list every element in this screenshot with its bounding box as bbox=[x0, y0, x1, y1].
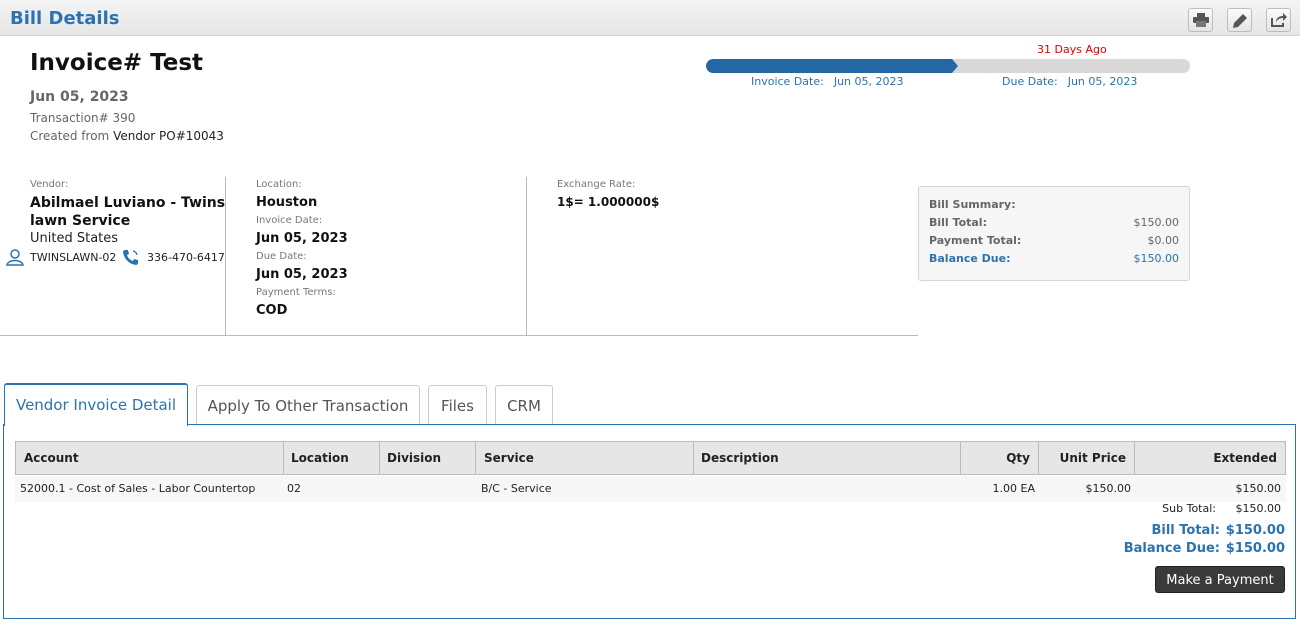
sub-total-label: Sub Total: bbox=[1162, 502, 1216, 515]
column-divider bbox=[526, 177, 527, 335]
invoice-date: Jun 05, 2023 bbox=[30, 89, 129, 105]
phone-icon[interactable] bbox=[122, 248, 140, 266]
bill-total-label: Bill Total: bbox=[1151, 523, 1220, 538]
contact-person-icon[interactable] bbox=[6, 248, 24, 266]
column-header-qty[interactable]: Qty bbox=[961, 442, 1039, 474]
summary-title: Bill Summary: bbox=[929, 198, 1016, 211]
share-icon bbox=[1271, 13, 1287, 27]
column-header-division[interactable]: Division bbox=[379, 442, 476, 474]
tab-files[interactable]: Files bbox=[428, 385, 487, 425]
summary-balance-due-label: Balance Due: bbox=[929, 252, 1011, 265]
share-button[interactable] bbox=[1266, 8, 1291, 32]
created-from: Created from Vendor PO#10043 bbox=[30, 129, 224, 143]
created-from-label: Created from bbox=[30, 129, 110, 143]
print-icon bbox=[1193, 13, 1209, 27]
invoice-date-label: Invoice Date: bbox=[256, 215, 323, 226]
due-progress-tip bbox=[952, 59, 958, 73]
tab-vendor-invoice-detail[interactable]: Vendor Invoice Detail bbox=[4, 383, 188, 426]
transaction-label: Transaction# bbox=[30, 111, 109, 125]
days-ago-label: 31 Days Ago bbox=[1037, 43, 1107, 56]
due-date-value: Jun 05, 2023 bbox=[256, 267, 348, 282]
vendor-name-line1[interactable]: Abilmael Luviano - Twins bbox=[30, 195, 225, 211]
vendor-name-line2[interactable]: lawn Service bbox=[30, 213, 130, 229]
edit-button[interactable] bbox=[1227, 8, 1252, 32]
header-bar: Bill Details bbox=[0, 0, 1300, 36]
table-header: Account Location Division Service Descri… bbox=[15, 441, 1286, 475]
tab-apply-to-other-transaction[interactable]: Apply To Other Transaction bbox=[196, 385, 420, 425]
timeline-due-date: Due Date: Jun 05, 2023 bbox=[1002, 75, 1137, 88]
sub-total-value: $150.00 bbox=[1235, 502, 1282, 515]
cell-extended: $150.00 bbox=[1235, 482, 1282, 495]
timeline-invoice-date-label: Invoice Date: bbox=[751, 75, 824, 88]
vendor-country: United States bbox=[30, 231, 119, 246]
due-progress-bar bbox=[706, 59, 1190, 73]
bill-details-page: Bill Details Invoice# Test Jun 05, 2023 … bbox=[0, 0, 1300, 627]
exchange-rate-value: 1$= 1.000000$ bbox=[557, 195, 660, 209]
edit-icon bbox=[1233, 14, 1247, 28]
column-header-location[interactable]: Location bbox=[283, 442, 380, 474]
bill-summary: Bill Summary: Bill Total: $150.00 Paymen… bbox=[918, 186, 1190, 281]
due-date-label: Due Date: bbox=[256, 251, 307, 262]
exchange-rate-label: Exchange Rate: bbox=[557, 179, 636, 190]
summary-bill-total-value: $150.00 bbox=[1133, 216, 1180, 229]
created-from-link[interactable]: Vendor PO#10043 bbox=[113, 129, 224, 143]
invoice-date-value: Jun 05, 2023 bbox=[256, 231, 348, 246]
cell-qty: 1.00 EA bbox=[992, 482, 1035, 495]
invoice-title: Invoice# Test bbox=[30, 50, 204, 76]
timeline-due-date-value: Jun 05, 2023 bbox=[1067, 75, 1138, 88]
vendor-code: TWINSLAWN-02 bbox=[30, 251, 117, 264]
cell-service: B/C - Service bbox=[481, 482, 552, 495]
summary-bill-total-label: Bill Total: bbox=[929, 216, 987, 229]
vendor-phone[interactable]: 336-470-6417 bbox=[147, 251, 225, 264]
column-divider bbox=[225, 177, 226, 335]
bill-total-value: $150.00 bbox=[1225, 523, 1285, 538]
summary-payment-total-label: Payment Total: bbox=[929, 234, 1022, 247]
cell-account: 52000.1 - Cost of Sales - Labor Countert… bbox=[20, 482, 256, 495]
transaction-value: 390 bbox=[112, 111, 136, 125]
balance-due-value: $150.00 bbox=[1225, 541, 1285, 556]
timeline-invoice-date: Invoice Date: Jun 05, 2023 bbox=[751, 75, 904, 88]
cell-division bbox=[378, 476, 475, 502]
page-title: Bill Details bbox=[10, 8, 120, 29]
make-payment-button[interactable]: Make a Payment bbox=[1155, 566, 1285, 593]
due-progress-fill bbox=[706, 59, 952, 73]
payment-terms-value: COD bbox=[256, 303, 288, 318]
cell-location: 02 bbox=[287, 482, 301, 495]
cell-description bbox=[692, 476, 960, 502]
column-header-account[interactable]: Account bbox=[16, 442, 284, 474]
summary-balance-due-value: $150.00 bbox=[1133, 252, 1180, 265]
table-row[interactable]: 52000.1 - Cost of Sales - Labor Countert… bbox=[15, 476, 1286, 502]
balance-due-label: Balance Due: bbox=[1123, 541, 1220, 556]
column-header-unit-price[interactable]: Unit Price bbox=[1038, 442, 1135, 474]
info-divider bbox=[0, 335, 918, 336]
location-label: Location: bbox=[256, 179, 302, 190]
transaction-number: Transaction# 390 bbox=[30, 111, 135, 125]
timeline-invoice-date-value: Jun 05, 2023 bbox=[833, 75, 904, 88]
vendor-label: Vendor: bbox=[30, 179, 69, 190]
payment-terms-label: Payment Terms: bbox=[256, 287, 336, 298]
timeline-due-date-label: Due Date: bbox=[1002, 75, 1058, 88]
column-header-extended[interactable]: Extended bbox=[1134, 442, 1285, 474]
tab-crm[interactable]: CRM bbox=[495, 385, 553, 425]
column-header-description[interactable]: Description bbox=[693, 442, 961, 474]
cell-unit-price: $150.00 bbox=[1085, 482, 1132, 495]
summary-payment-total-value: $0.00 bbox=[1147, 234, 1180, 247]
column-header-service[interactable]: Service bbox=[476, 442, 694, 474]
location-value: Houston bbox=[256, 195, 318, 210]
print-button[interactable] bbox=[1188, 8, 1213, 32]
